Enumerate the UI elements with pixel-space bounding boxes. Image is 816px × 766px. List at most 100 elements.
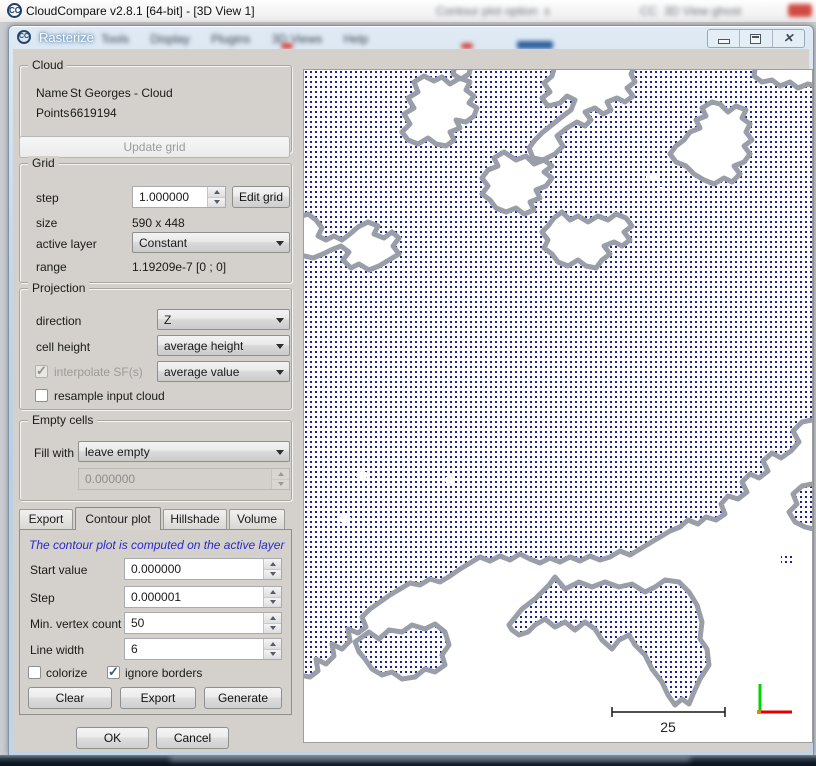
window-bottom-highlight [170,756,690,761]
start-value[interactable]: 0.000000 [125,559,263,579]
step-value[interactable]: 1.000000 [133,187,207,207]
start-value-label: Start value [30,563,87,577]
export-label: Export [141,688,176,705]
tab-bar: Export Contour plot Hillshade Volume [19,507,287,530]
line-width-label: Line width [30,643,84,657]
step-spinbox[interactable]: 1.000000 [132,186,226,208]
tab-volume[interactable]: Volume [229,509,285,529]
maximize-button[interactable] [740,30,772,47]
spin-up-icon[interactable] [264,613,281,624]
interpolate-sf-combobox[interactable]: average value [157,361,290,382]
direction-value: Z [158,310,271,329]
empty-cells-groupbox: Empty cells Fill with leave empty 0.0000… [19,420,292,501]
interpolate-sf-checkbox[interactable] [35,365,48,378]
spin-up-icon[interactable] [264,559,281,570]
chevron-down-icon[interactable] [271,362,289,381]
ignore-borders-checkbox[interactable] [107,666,120,679]
tab-contour-plot[interactable]: Contour plot [75,507,161,530]
dialog-icon: CC [17,30,31,44]
contour-step-spinbox[interactable]: 0.000001 [124,586,282,608]
spin-down-icon[interactable] [264,624,281,634]
spin-down-icon[interactable] [264,570,281,580]
close-icon: ✕ [773,31,804,45]
active-layer-label: active layer [36,237,97,251]
cancel-button[interactable]: Cancel [156,727,229,749]
close-button[interactable]: ✕ [773,30,804,47]
ghost-menu-display: Display [150,32,189,46]
chevron-down-icon[interactable] [271,442,289,461]
spin-up-icon [272,469,289,480]
tab-hillshade[interactable]: Hillshade [163,509,227,529]
spin-down-icon[interactable] [208,198,225,208]
tab-export[interactable]: Export [19,509,73,529]
min-vertex-label: Min. vertex count [30,617,121,631]
spin-down-icon[interactable] [264,650,281,660]
empty-cells-caption: Empty cells [28,413,97,427]
chevron-down-icon[interactable] [271,336,289,355]
empty-cell-spinner [271,469,289,489]
main-window-titlebar: CC CloudCompare v2.8.1 [64-bit] - [3D Vi… [0,0,816,23]
min-vertex-spinbox[interactable]: 50 [124,612,282,634]
start-value-spinbox[interactable]: 0.000000 [124,558,282,580]
edit-grid-label: Edit grid [239,187,283,204]
dialog-titlebar[interactable]: Tools Display Plugins 3D Views Help CC R… [9,26,813,49]
contour-note: The contour plot is computed on the acti… [29,538,284,552]
min-vertex-spinner [263,613,281,633]
ghost-toolbar-artifact [517,41,553,49]
line-width-value[interactable]: 6 [125,639,263,659]
ok-button[interactable]: OK [76,727,149,749]
stray-points-patch [781,554,794,563]
cloud-name-value: St Georges - Cloud [70,86,173,100]
update-grid-button[interactable]: Update grid [19,136,290,158]
generate-button[interactable]: Generate [204,687,282,709]
line-width-spinbox[interactable]: 6 [124,638,282,660]
projection-group-caption: Projection [28,281,89,295]
clear-button[interactable]: Clear [28,687,112,709]
ignore-borders-label: ignore borders [125,666,202,680]
active-layer-combobox[interactable]: Constant [132,232,290,253]
minimize-button[interactable] [708,30,740,47]
colorize-label: colorize [46,666,87,680]
fill-with-value: leave empty [79,442,271,461]
export-button[interactable]: Export [120,687,196,709]
spin-down-icon[interactable] [264,598,281,608]
cloudcompare-logo-icon: CC [7,3,22,18]
direction-label: direction [36,314,81,328]
cell-height-combobox[interactable]: average height [157,335,290,356]
raster-preview-view[interactable]: 25 [303,69,813,743]
interpolate-sf-label: interpolate SF(s) [54,365,143,379]
cloud-points-label: Points [36,106,69,120]
cloud-group-caption: Cloud [28,58,67,72]
point-cloud-canvas[interactable]: 25 [304,70,812,742]
step-spinner [207,187,225,207]
ghost-close-button [788,4,812,17]
ghost-menu-plugins: Plugins [211,32,250,46]
chevron-down-icon[interactable] [271,233,289,252]
rasterize-dialog: Tools Display Plugins 3D Views Help CC R… [8,25,814,755]
colorize-checkbox[interactable] [28,666,41,679]
ghost-menu-3dviews: 3D Views [272,32,322,46]
edit-grid-button[interactable]: Edit grid [232,186,290,208]
size-label: size [36,216,57,230]
update-grid-label: Update grid [123,137,185,154]
spin-up-icon[interactable] [264,587,281,598]
chevron-down-icon[interactable] [271,310,289,329]
empty-cell-value-spinbox[interactable]: 0.000000 [78,468,290,490]
active-layer-value: Constant [133,233,271,252]
spin-up-icon[interactable] [208,187,225,198]
min-vertex-value[interactable]: 50 [125,613,263,633]
contour-step-value[interactable]: 0.000001 [125,587,263,607]
empty-cell-value: 0.000000 [79,469,271,489]
fill-with-combobox[interactable]: leave empty [78,441,290,462]
scale-bar [612,707,725,717]
ok-label: OK [104,728,121,745]
spin-up-icon[interactable] [264,639,281,650]
window-controls: ✕ [707,29,805,48]
main-window-title: CloudCompare v2.8.1 [64-bit] - [3D View … [26,4,255,18]
step-label: step [36,191,59,205]
ghost-menubar: Tools Display Plugins 3D Views Help [101,32,386,46]
resample-checkbox[interactable] [35,389,48,402]
dialog-title: Rasterize [39,30,94,45]
direction-combobox[interactable]: Z [157,309,290,330]
grid-group-caption: Grid [28,156,59,170]
